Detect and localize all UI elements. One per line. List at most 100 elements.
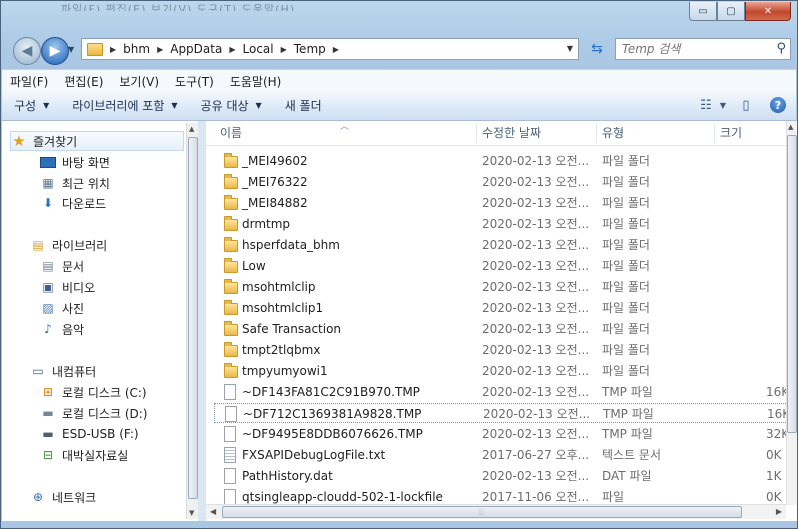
nav-desktop-label: 바탕 화면 bbox=[62, 155, 110, 170]
table-row[interactable]: hsperfdata_bhm 2020-02-13 오전... 파일 폴더 bbox=[214, 235, 794, 255]
nav-scroll-thumb[interactable] bbox=[188, 137, 198, 499]
column-date[interactable]: 수정한 날짜 bbox=[476, 121, 596, 145]
table-row[interactable]: Low 2020-02-13 오전... 파일 폴더 bbox=[214, 256, 794, 276]
table-row[interactable]: _MEI84882 2020-02-13 오전... 파일 폴더 bbox=[214, 193, 794, 213]
pictures-icon: ▨ bbox=[42, 301, 54, 315]
menu-edit[interactable]: 편집(E) bbox=[56, 73, 111, 90]
nav-downloads-label: 다운로드 bbox=[62, 196, 107, 211]
breadcrumb-local[interactable]: Local bbox=[243, 42, 274, 56]
text-file-icon bbox=[224, 447, 236, 463]
file-type: 파일 폴더 bbox=[602, 154, 650, 168]
maximize-button[interactable]: ▢ bbox=[717, 2, 745, 21]
new-folder-button[interactable]: 새 폴더 bbox=[273, 97, 333, 114]
explorer-window: 파일(F) 편집(E) 보기(V) 도구(T) 도움말(H) ▭ ▢ ✕ ◀ ▶… bbox=[0, 0, 798, 529]
file-date: 2020-02-13 오전... bbox=[482, 196, 590, 210]
file-list: 이름 ︿ 수정한 날짜 유형 크기 _MEI49602 2020-02-13 오전… bbox=[206, 121, 797, 521]
include-in-library-button[interactable]: 라이브러리에 포함 ▼ bbox=[60, 97, 188, 114]
search-icon[interactable]: ⚲ bbox=[776, 41, 786, 56]
preview-pane-icon[interactable]: ▯ bbox=[734, 95, 758, 115]
breadcrumb-temp[interactable]: Temp bbox=[294, 42, 326, 56]
scroll-up-icon[interactable]: ▲ bbox=[788, 123, 793, 131]
horizontal-scroll-thumb[interactable]: ⦙⦙⦙ bbox=[222, 506, 742, 518]
breadcrumb-bhm[interactable]: bhm bbox=[123, 42, 150, 56]
menu-view[interactable]: 보기(V) bbox=[111, 73, 167, 90]
column-size[interactable]: 크기 bbox=[714, 121, 784, 145]
scroll-down-icon[interactable]: ▼ bbox=[189, 509, 194, 517]
table-row[interactable]: FXSAPIDebugLogFile.txt 2017-06-27 오후... 텍스… bbox=[214, 445, 794, 465]
chevron-right-icon[interactable]: ▶ bbox=[281, 45, 287, 54]
forward-button[interactable]: ▶ bbox=[41, 37, 69, 65]
nav-esd-usb[interactable]: ▬ ESD-USB (F:) bbox=[40, 424, 139, 444]
nav-data-drive[interactable]: ⊟ 대박실자료실 bbox=[40, 445, 128, 465]
file-name: FXSAPIDebugLogFile.txt bbox=[242, 448, 386, 462]
share-with-button[interactable]: 공유 대상 ▼ bbox=[189, 97, 273, 114]
table-row[interactable]: ~DF9495E8DDB6076626.TMP 2020-02-13 오전... T… bbox=[214, 424, 794, 444]
nav-favorites[interactable]: ★ 즐겨찾기 bbox=[10, 131, 184, 151]
table-row[interactable]: msohtmlclip1 2020-02-13 오전... 파일 폴더 bbox=[214, 298, 794, 318]
minimize-button[interactable]: ▭ bbox=[689, 2, 717, 21]
address-dropdown-icon[interactable]: ▼ bbox=[567, 44, 573, 53]
table-row[interactable]: PathHistory.dat 2020-02-13 오전... DAT 파일 1K bbox=[214, 466, 794, 486]
change-view-icon[interactable]: ☷ bbox=[694, 95, 718, 115]
chevron-right-icon[interactable]: ▶ bbox=[110, 45, 116, 54]
menu-help[interactable]: 도움말(H) bbox=[222, 73, 290, 90]
scroll-left-icon[interactable]: ◀ bbox=[210, 507, 216, 516]
nav-documents-label: 문서 bbox=[62, 259, 85, 274]
refresh-icon[interactable]: ⇆ bbox=[586, 39, 608, 59]
file-date: 2020-02-13 오전... bbox=[482, 280, 590, 294]
nav-libraries[interactable]: ▤ 라이브러리 bbox=[30, 235, 107, 255]
sort-caret-icon: ︿ bbox=[340, 122, 350, 132]
nav-computer[interactable]: ▭ 내컴퓨터 bbox=[30, 361, 96, 381]
close-button[interactable]: ✕ bbox=[745, 2, 791, 21]
nav-local-d-label: 로컬 디스크 (D:) bbox=[62, 406, 148, 421]
menu-file[interactable]: 파일(F) bbox=[2, 73, 56, 90]
search-box[interactable]: ⚲ bbox=[615, 38, 791, 60]
table-row[interactable]: tmpyumyowi1 2020-02-13 오전... 파일 폴더 bbox=[214, 361, 794, 381]
nav-downloads[interactable]: ⬇ 다운로드 bbox=[40, 193, 106, 213]
nav-network[interactable]: ⊕ 네트워크 bbox=[30, 487, 96, 507]
file-type: 파일 폴더 bbox=[602, 364, 650, 378]
horizontal-scrollbar[interactable]: ◀ ⦙⦙⦙ ▶ bbox=[206, 504, 786, 519]
column-header: 이름 ︿ 수정한 날짜 유형 크기 bbox=[206, 121, 797, 146]
help-icon[interactable]: ? bbox=[770, 97, 786, 113]
table-row[interactable]: ~DF143FA81C2C91B970.TMP 2020-02-13 오전... T… bbox=[214, 382, 794, 402]
table-row[interactable]: Safe Transaction 2020-02-13 오전... 파일 폴더 bbox=[214, 319, 794, 339]
nav-local-d[interactable]: ▬ 로컬 디스크 (D:) bbox=[40, 403, 147, 423]
search-input[interactable] bbox=[622, 41, 762, 57]
file-name: _MEI49602 bbox=[242, 154, 308, 168]
chevron-right-icon[interactable]: ▶ bbox=[229, 45, 235, 54]
file-type: 파일 폴더 bbox=[602, 322, 650, 336]
vertical-scroll-thumb[interactable] bbox=[787, 135, 797, 433]
pane-splitter[interactable] bbox=[198, 121, 206, 521]
table-row[interactable]: ~DF712C1369381A9828.TMP 2020-02-13 오전... T… bbox=[214, 403, 794, 423]
chevron-right-icon[interactable]: ▶ bbox=[157, 45, 163, 54]
recent-pages-dropdown-icon[interactable]: ▼ bbox=[68, 45, 74, 54]
chevron-right-icon[interactable]: ▶ bbox=[333, 45, 339, 54]
view-dropdown-icon[interactable]: ▼ bbox=[718, 95, 728, 115]
table-row[interactable]: tmpt2tlqbmx 2020-02-13 오전... 파일 폴더 bbox=[214, 340, 794, 360]
scroll-up-icon[interactable]: ▲ bbox=[189, 125, 194, 133]
back-button[interactable]: ◀ bbox=[13, 37, 41, 65]
nav-desktop[interactable]: 바탕 화면 bbox=[40, 152, 110, 172]
share-label: 공유 대상 bbox=[200, 99, 249, 113]
address-bar[interactable]: ▶ bhm ▶ AppData ▶ Local ▶ Temp ▶ ▼ bbox=[81, 38, 579, 60]
table-row[interactable]: _MEI76322 2020-02-13 오전... 파일 폴더 bbox=[214, 172, 794, 192]
vertical-scrollbar[interactable]: ▲ bbox=[786, 121, 797, 505]
scroll-right-icon[interactable]: ▶ bbox=[776, 507, 782, 516]
nav-videos[interactable]: ▣ 비디오 bbox=[40, 277, 95, 297]
breadcrumb-appdata[interactable]: AppData bbox=[170, 42, 222, 56]
nav-recent[interactable]: ▦ 최근 위치 bbox=[40, 173, 110, 193]
nav-music[interactable]: ♪ 음악 bbox=[40, 319, 84, 339]
table-row[interactable]: msohtmlclip 2020-02-13 오전... 파일 폴더 bbox=[214, 277, 794, 297]
nav-documents[interactable]: ▤ 문서 bbox=[40, 256, 84, 276]
organize-button[interactable]: 구성 ▼ bbox=[2, 97, 60, 114]
nav-local-c[interactable]: ⊞ 로컬 디스크 (C:) bbox=[40, 382, 147, 402]
nav-pictures[interactable]: ▨ 사진 bbox=[40, 298, 84, 318]
table-row[interactable]: drmtmp 2020-02-13 오전... 파일 폴더 bbox=[214, 214, 794, 234]
table-row[interactable]: _MEI49602 2020-02-13 오전... 파일 폴더 bbox=[214, 151, 794, 171]
nav-esd-usb-label: ESD-USB (F:) bbox=[62, 427, 139, 441]
column-type[interactable]: 유형 bbox=[596, 121, 716, 145]
file-type: TMP 파일 bbox=[602, 427, 653, 441]
menu-tools[interactable]: 도구(T) bbox=[167, 73, 222, 90]
include-library-label: 라이브러리에 포함 bbox=[72, 99, 165, 113]
